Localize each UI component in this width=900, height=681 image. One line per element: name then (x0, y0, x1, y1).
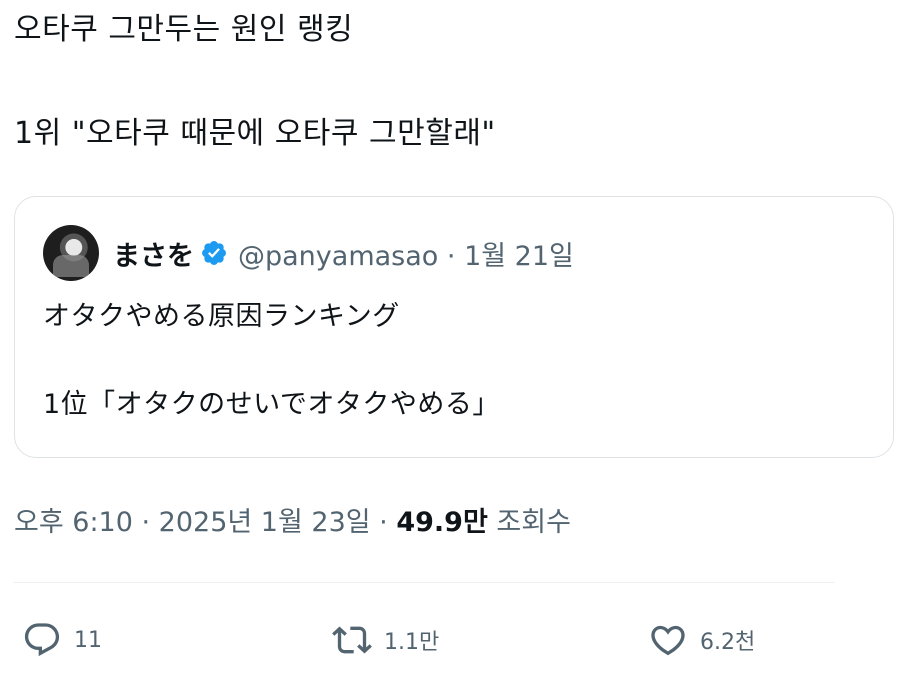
quoted-display-name[interactable]: まさを (113, 234, 194, 273)
dot-separator: · (438, 240, 465, 272)
retweet-icon (332, 626, 372, 654)
tweet-text: 오타쿠 그만두는 원인 랭킹 1위 "오타쿠 때문에 오타쿠 그만할래" (14, 4, 496, 160)
handle-text: @panyamasao (238, 240, 439, 272)
quoted-date[interactable]: 1월 21일 (464, 241, 574, 272)
verified-badge-icon (200, 239, 228, 267)
divider (14, 582, 834, 583)
reply-icon (24, 623, 60, 657)
reply-count: 11 (74, 627, 102, 653)
like-button[interactable]: 6.2천 (648, 618, 755, 662)
reply-button[interactable]: 11 (22, 618, 102, 662)
tweet-date[interactable]: 2025년 1월 23일 (159, 507, 371, 538)
dot-separator: · (370, 507, 397, 538)
quoted-tweet-header: まさを @panyamasao · 1월 21일 (43, 225, 574, 281)
like-count: 6.2천 (700, 630, 756, 655)
quoted-text-line: 1位「オタクのせいでオタクやめる」 (43, 389, 500, 420)
quoted-tweet-body: オタクやめる原因ランキング 1位「オタクのせいでオタクやめる」 (43, 295, 500, 427)
retweet-button[interactable]: 1.1만 (332, 618, 439, 662)
quoted-tweet-card[interactable]: まさを @panyamasao · 1월 21일 オタクやめる原因ランキング 1… (14, 196, 894, 458)
heart-icon (651, 625, 685, 656)
avatar[interactable] (43, 225, 99, 281)
dot-separator: · (132, 507, 159, 538)
views-count: 49.9만 (396, 507, 488, 538)
views-label: 조회수 (487, 507, 571, 538)
tweet-text-line: 오타쿠 그만두는 원인 랭킹 (14, 12, 354, 47)
tweet-text-line: 1위 "오타쿠 때문에 오타쿠 그만할래" (14, 116, 496, 151)
quoted-text-blank-line (43, 339, 500, 383)
retweet-count: 1.1만 (384, 630, 440, 655)
quoted-handle[interactable]: @panyamasao · 1월 21일 (238, 234, 574, 273)
tweet-meta: 오후 6:10 · 2025년 1월 23일 · 49.9만 조회수 (14, 500, 571, 539)
tweet-time[interactable]: 오후 6:10 (14, 507, 133, 538)
quoted-text-line: オタクやめる原因ランキング (43, 301, 400, 332)
